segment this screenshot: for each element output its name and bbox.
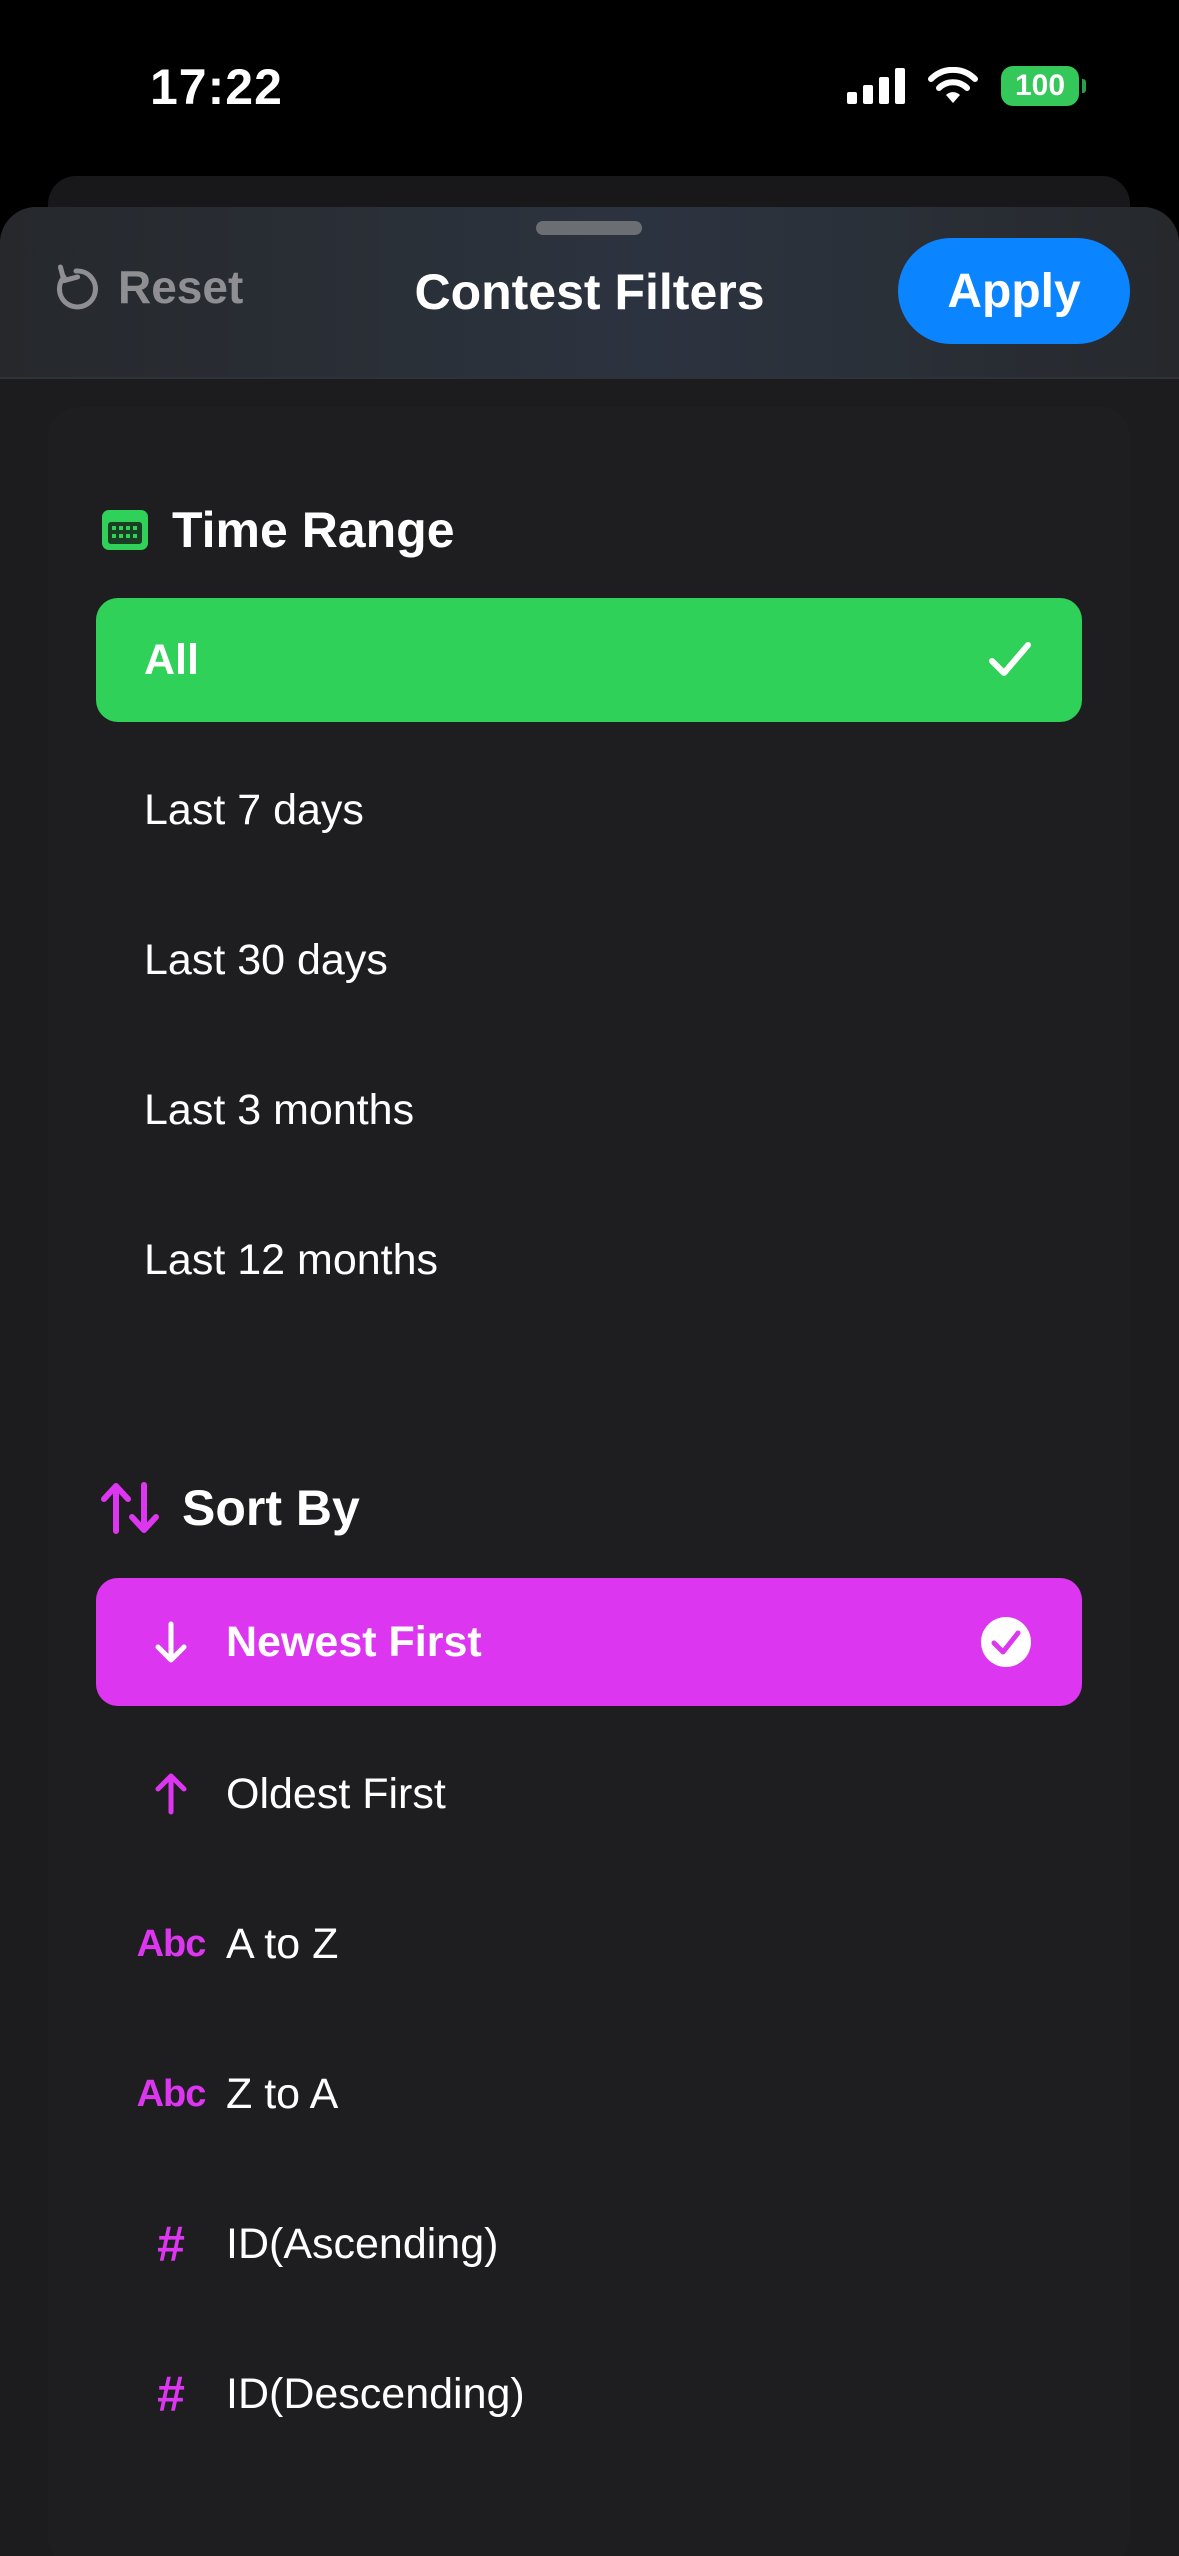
battery-indicator: 100 <box>1001 66 1086 106</box>
abc-icon: Abc <box>136 2072 207 2115</box>
option-label: Oldest First <box>226 1769 446 1818</box>
sort-option-z-to-a[interactable]: Abc Z to A <box>96 2032 1082 2156</box>
time-range-option-last-7-days[interactable]: Last 7 days <box>96 748 1082 872</box>
reset-button[interactable]: Reset <box>48 259 243 315</box>
time-range-title: Time Range <box>172 502 455 558</box>
reset-label: Reset <box>118 261 244 313</box>
option-label: Last 30 days <box>144 935 388 984</box>
status-time: 17:22 <box>150 59 283 115</box>
time-range-option-last-30-days[interactable]: Last 30 days <box>96 898 1082 1022</box>
reset-icon <box>56 264 98 310</box>
status-bar: 17:22 100 <box>0 0 1179 175</box>
option-label: Last 3 months <box>144 1085 415 1134</box>
cellular-signal-icon <box>847 68 905 104</box>
wifi-icon <box>928 67 978 103</box>
option-label: Z to A <box>226 2069 339 2118</box>
sheet-nav-bar: Reset Contest Filters Apply <box>0 207 1179 379</box>
option-label: Last 12 months <box>144 1235 439 1284</box>
time-range-option-last-3-months[interactable]: Last 3 months <box>96 1048 1082 1172</box>
time-range-header: Time Range <box>100 501 455 559</box>
sort-option-newest-first[interactable]: Newest First <box>96 1578 1082 1706</box>
sort-by-title: Sort By <box>182 1480 360 1536</box>
option-label: ID(Descending) <box>226 2369 525 2418</box>
calendar-icon <box>102 510 148 550</box>
sort-option-id-descending[interactable]: # ID(Descending) <box>96 2332 1082 2456</box>
arrow-up-icon <box>134 1772 208 1816</box>
sort-option-a-to-z[interactable]: Abc A to Z <box>96 1882 1082 2006</box>
option-label: Last 7 days <box>144 785 364 834</box>
hash-icon: # <box>157 2366 185 2422</box>
option-label: Newest First <box>226 1617 482 1666</box>
sort-option-oldest-first[interactable]: Oldest First <box>96 1732 1082 1856</box>
time-range-option-last-12-months[interactable]: Last 12 months <box>96 1198 1082 1322</box>
checkmark-icon <box>989 642 1031 676</box>
sort-by-header: Sort By <box>100 1479 360 1537</box>
option-label: A to Z <box>226 1919 339 1968</box>
time-range-option-all[interactable]: All <box>96 598 1082 722</box>
sort-arrows-icon <box>101 1482 159 1534</box>
apply-button[interactable]: Apply <box>898 238 1130 344</box>
sort-option-id-ascending[interactable]: # ID(Ascending) <box>96 2182 1082 2306</box>
filters-sheet: Reset Contest Filters Apply Time Range A… <box>0 207 1179 2556</box>
sheet-grabber[interactable] <box>536 221 642 235</box>
arrow-down-icon <box>134 1620 208 1664</box>
option-label: All <box>144 635 199 684</box>
hash-icon: # <box>157 2216 185 2272</box>
checkmark-circle-icon <box>981 1617 1031 1667</box>
option-label: ID(Ascending) <box>226 2219 499 2268</box>
status-icons: 100 <box>847 66 1086 106</box>
abc-icon: Abc <box>136 1922 207 1965</box>
